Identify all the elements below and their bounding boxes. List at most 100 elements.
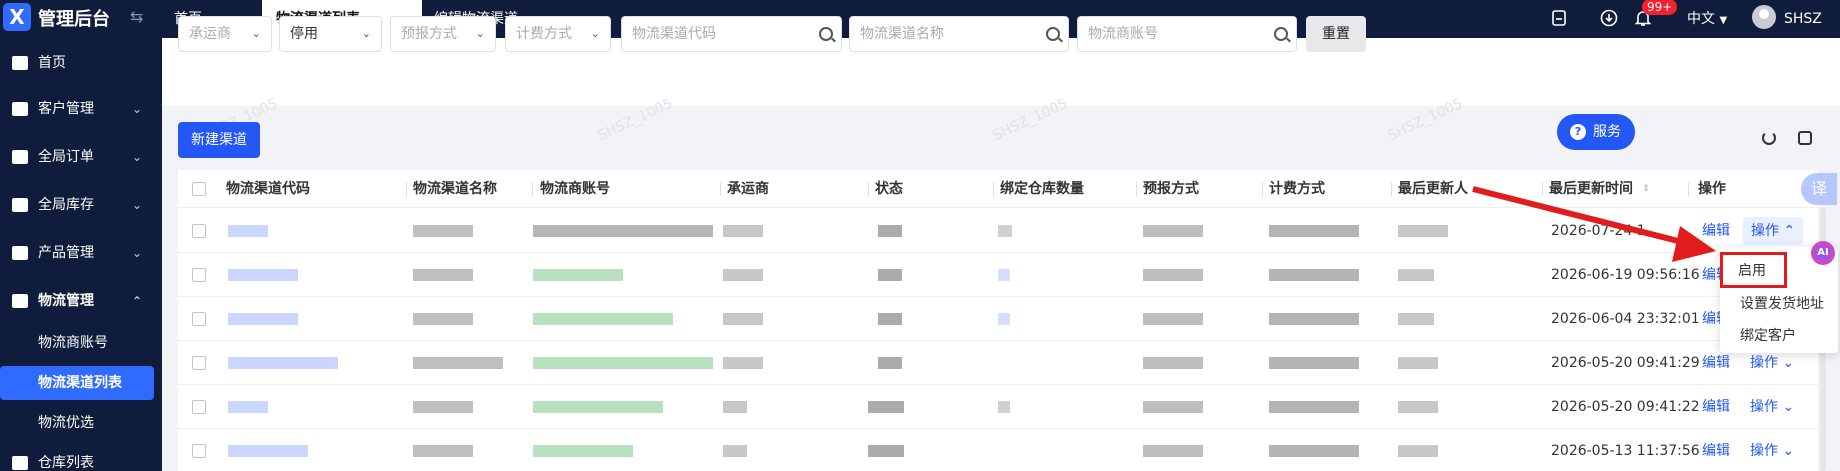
carrier-select[interactable]: 承运商 ⌄ bbox=[178, 16, 272, 52]
redacted-cell bbox=[868, 401, 904, 413]
chevron-down-icon: ⌄ bbox=[132, 102, 143, 116]
redacted-cell bbox=[1398, 313, 1434, 325]
channel-name-placeholder: 物流渠道名称 bbox=[860, 26, 944, 42]
forecast-select[interactable]: 预报方式 ⌄ bbox=[390, 16, 496, 52]
menu-item-set-shipping-address[interactable]: 设置发货地址 bbox=[1740, 293, 1824, 313]
search-icon[interactable] bbox=[1274, 27, 1288, 41]
edit-link[interactable]: 编辑 bbox=[1702, 385, 1730, 429]
sidebar-subitem-logistics-optimize[interactable]: 物流优选 bbox=[0, 406, 162, 440]
row-checkbox[interactable] bbox=[192, 400, 206, 414]
channel-code-input[interactable]: 物流渠道代码 bbox=[621, 16, 842, 52]
warehouse-icon bbox=[12, 198, 28, 212]
refresh-icon[interactable] bbox=[1762, 131, 1776, 145]
status-select[interactable]: 停用 ⌄ bbox=[279, 16, 382, 52]
sidebar-subitem-carrier-accounts[interactable]: 物流商账号 bbox=[0, 326, 162, 360]
redacted-cell bbox=[413, 269, 473, 281]
row-checkbox[interactable] bbox=[192, 356, 206, 370]
redacted-cell bbox=[1398, 357, 1438, 369]
orders-icon bbox=[12, 150, 28, 164]
redacted-cell bbox=[878, 313, 902, 325]
service-button[interactable]: ? 服务 bbox=[1557, 114, 1635, 150]
sidebar-item-warehouses[interactable]: 仓库列表 bbox=[0, 448, 162, 471]
username[interactable]: SHSZ bbox=[1784, 0, 1822, 38]
language-label: 中文 bbox=[1687, 11, 1715, 27]
channel-name-input[interactable]: 物流渠道名称 bbox=[849, 16, 1069, 52]
row-checkbox[interactable] bbox=[192, 312, 206, 326]
chevron-down-icon: ⌄ bbox=[132, 198, 143, 212]
translate-icon[interactable]: 译 bbox=[1801, 173, 1837, 205]
column-header: 预报方式 bbox=[1143, 181, 1199, 197]
row-checkbox[interactable] bbox=[192, 224, 206, 238]
new-channel-button[interactable]: 新建渠道 bbox=[178, 122, 260, 158]
sidebar-item-label: 客户管理 bbox=[38, 101, 94, 117]
redacted-cell bbox=[878, 225, 902, 237]
language-select[interactable]: 中文 ▼ bbox=[1687, 0, 1727, 38]
row-checkbox[interactable] bbox=[192, 444, 206, 458]
avatar[interactable] bbox=[1752, 5, 1776, 29]
column-settings-icon[interactable] bbox=[1798, 131, 1812, 145]
search-icon[interactable] bbox=[1046, 27, 1060, 41]
column-header: 物流商账号 bbox=[540, 181, 610, 197]
chevron-down-icon: ⌄ bbox=[251, 27, 261, 40]
chevron-down-icon: ⌄ bbox=[1782, 355, 1795, 371]
redacted-cell bbox=[533, 357, 713, 369]
sidebar-subitem-label: 物流商账号 bbox=[38, 335, 108, 351]
operation-dropdown[interactable]: 操作 ⌄ bbox=[1750, 429, 1794, 471]
sidebar-item-products[interactable]: 产品管理 ⌄ bbox=[0, 238, 162, 268]
operation-dropdown[interactable]: 操作 ⌃ bbox=[1743, 217, 1804, 245]
updated-at: 2026-05-13 11:37:56 bbox=[1551, 443, 1700, 459]
reset-button[interactable]: 重置 bbox=[1306, 16, 1366, 52]
redacted-cell bbox=[998, 269, 1010, 281]
table-row: 2026-06-04 23:32:01 编辑 bbox=[178, 297, 1818, 341]
table-row: 2026-07-24 1 编辑 操作 ⌃ bbox=[178, 209, 1818, 253]
home-icon bbox=[12, 56, 28, 70]
collapse-sidebar-icon[interactable]: ⇆ bbox=[130, 7, 143, 26]
updated-at: 2026-05-20 09:41:29 bbox=[1551, 355, 1700, 371]
sidebar-item-orders[interactable]: 全局订单 ⌄ bbox=[0, 142, 162, 172]
sidebar-item-home[interactable]: 首页 bbox=[0, 48, 162, 78]
sort-icon[interactable]: ⇕ bbox=[1642, 184, 1650, 194]
redacted-cell bbox=[413, 357, 503, 369]
sidebar-item-inventory[interactable]: 全局库存 ⌄ bbox=[0, 190, 162, 220]
operation-label: 操作 bbox=[1751, 223, 1779, 239]
redacted-cell bbox=[228, 445, 308, 457]
receipt-icon[interactable] bbox=[1550, 9, 1568, 27]
column-divider bbox=[1391, 182, 1392, 196]
sidebar-item-label: 物流管理 bbox=[38, 293, 94, 309]
column-divider bbox=[868, 182, 869, 196]
table-header: 物流渠道代码 物流渠道名称 物流商账号 承运商 状态 绑定仓库数量 预报方式 计… bbox=[178, 170, 1818, 208]
updated-at: 2026-05-20 09:41:22 bbox=[1551, 399, 1700, 415]
edit-link[interactable]: 编辑 bbox=[1702, 429, 1730, 471]
chevron-down-icon: ⌄ bbox=[361, 27, 371, 40]
select-all-checkbox[interactable] bbox=[192, 182, 206, 196]
chevron-up-icon: ⌃ bbox=[1783, 223, 1796, 239]
annotation-highlight-box bbox=[1720, 252, 1787, 288]
billing-select[interactable]: 计费方式 ⌄ bbox=[505, 16, 611, 52]
redacted-cell bbox=[998, 401, 1010, 413]
service-label: 服务 bbox=[1593, 124, 1621, 140]
redacted-cell bbox=[533, 269, 623, 281]
download-icon[interactable] bbox=[1600, 9, 1618, 27]
app-title: 管理后台 bbox=[38, 9, 110, 30]
channel-code-placeholder: 物流渠道代码 bbox=[632, 26, 716, 42]
column-divider bbox=[1136, 182, 1137, 196]
redacted-cell bbox=[228, 401, 268, 413]
redacted-cell bbox=[1143, 313, 1203, 325]
operation-label: 操作 bbox=[1750, 443, 1778, 459]
sidebar-item-customers[interactable]: 客户管理 ⌄ bbox=[0, 94, 162, 124]
carrier-account-placeholder: 物流商账号 bbox=[1088, 26, 1158, 42]
sidebar-subitem-channel-list[interactable]: 物流渠道列表 bbox=[0, 366, 154, 400]
row-checkbox[interactable] bbox=[192, 268, 206, 282]
ai-assistant-icon[interactable]: AI bbox=[1811, 241, 1835, 265]
redacted-cell bbox=[228, 225, 268, 237]
column-divider bbox=[993, 182, 994, 196]
redacted-cell bbox=[1143, 225, 1203, 237]
carrier-account-input[interactable]: 物流商账号 bbox=[1077, 16, 1297, 52]
sidebar-item-logistics[interactable]: 物流管理 ⌃ bbox=[0, 286, 162, 316]
search-icon[interactable] bbox=[819, 27, 833, 41]
menu-item-bind-customer[interactable]: 绑定客户 bbox=[1740, 325, 1796, 345]
operation-dropdown[interactable]: 操作 ⌄ bbox=[1750, 385, 1794, 429]
sidebar-item-label: 全局库存 bbox=[38, 197, 94, 213]
redacted-cell bbox=[998, 313, 1010, 325]
operation-label: 操作 bbox=[1750, 399, 1778, 415]
